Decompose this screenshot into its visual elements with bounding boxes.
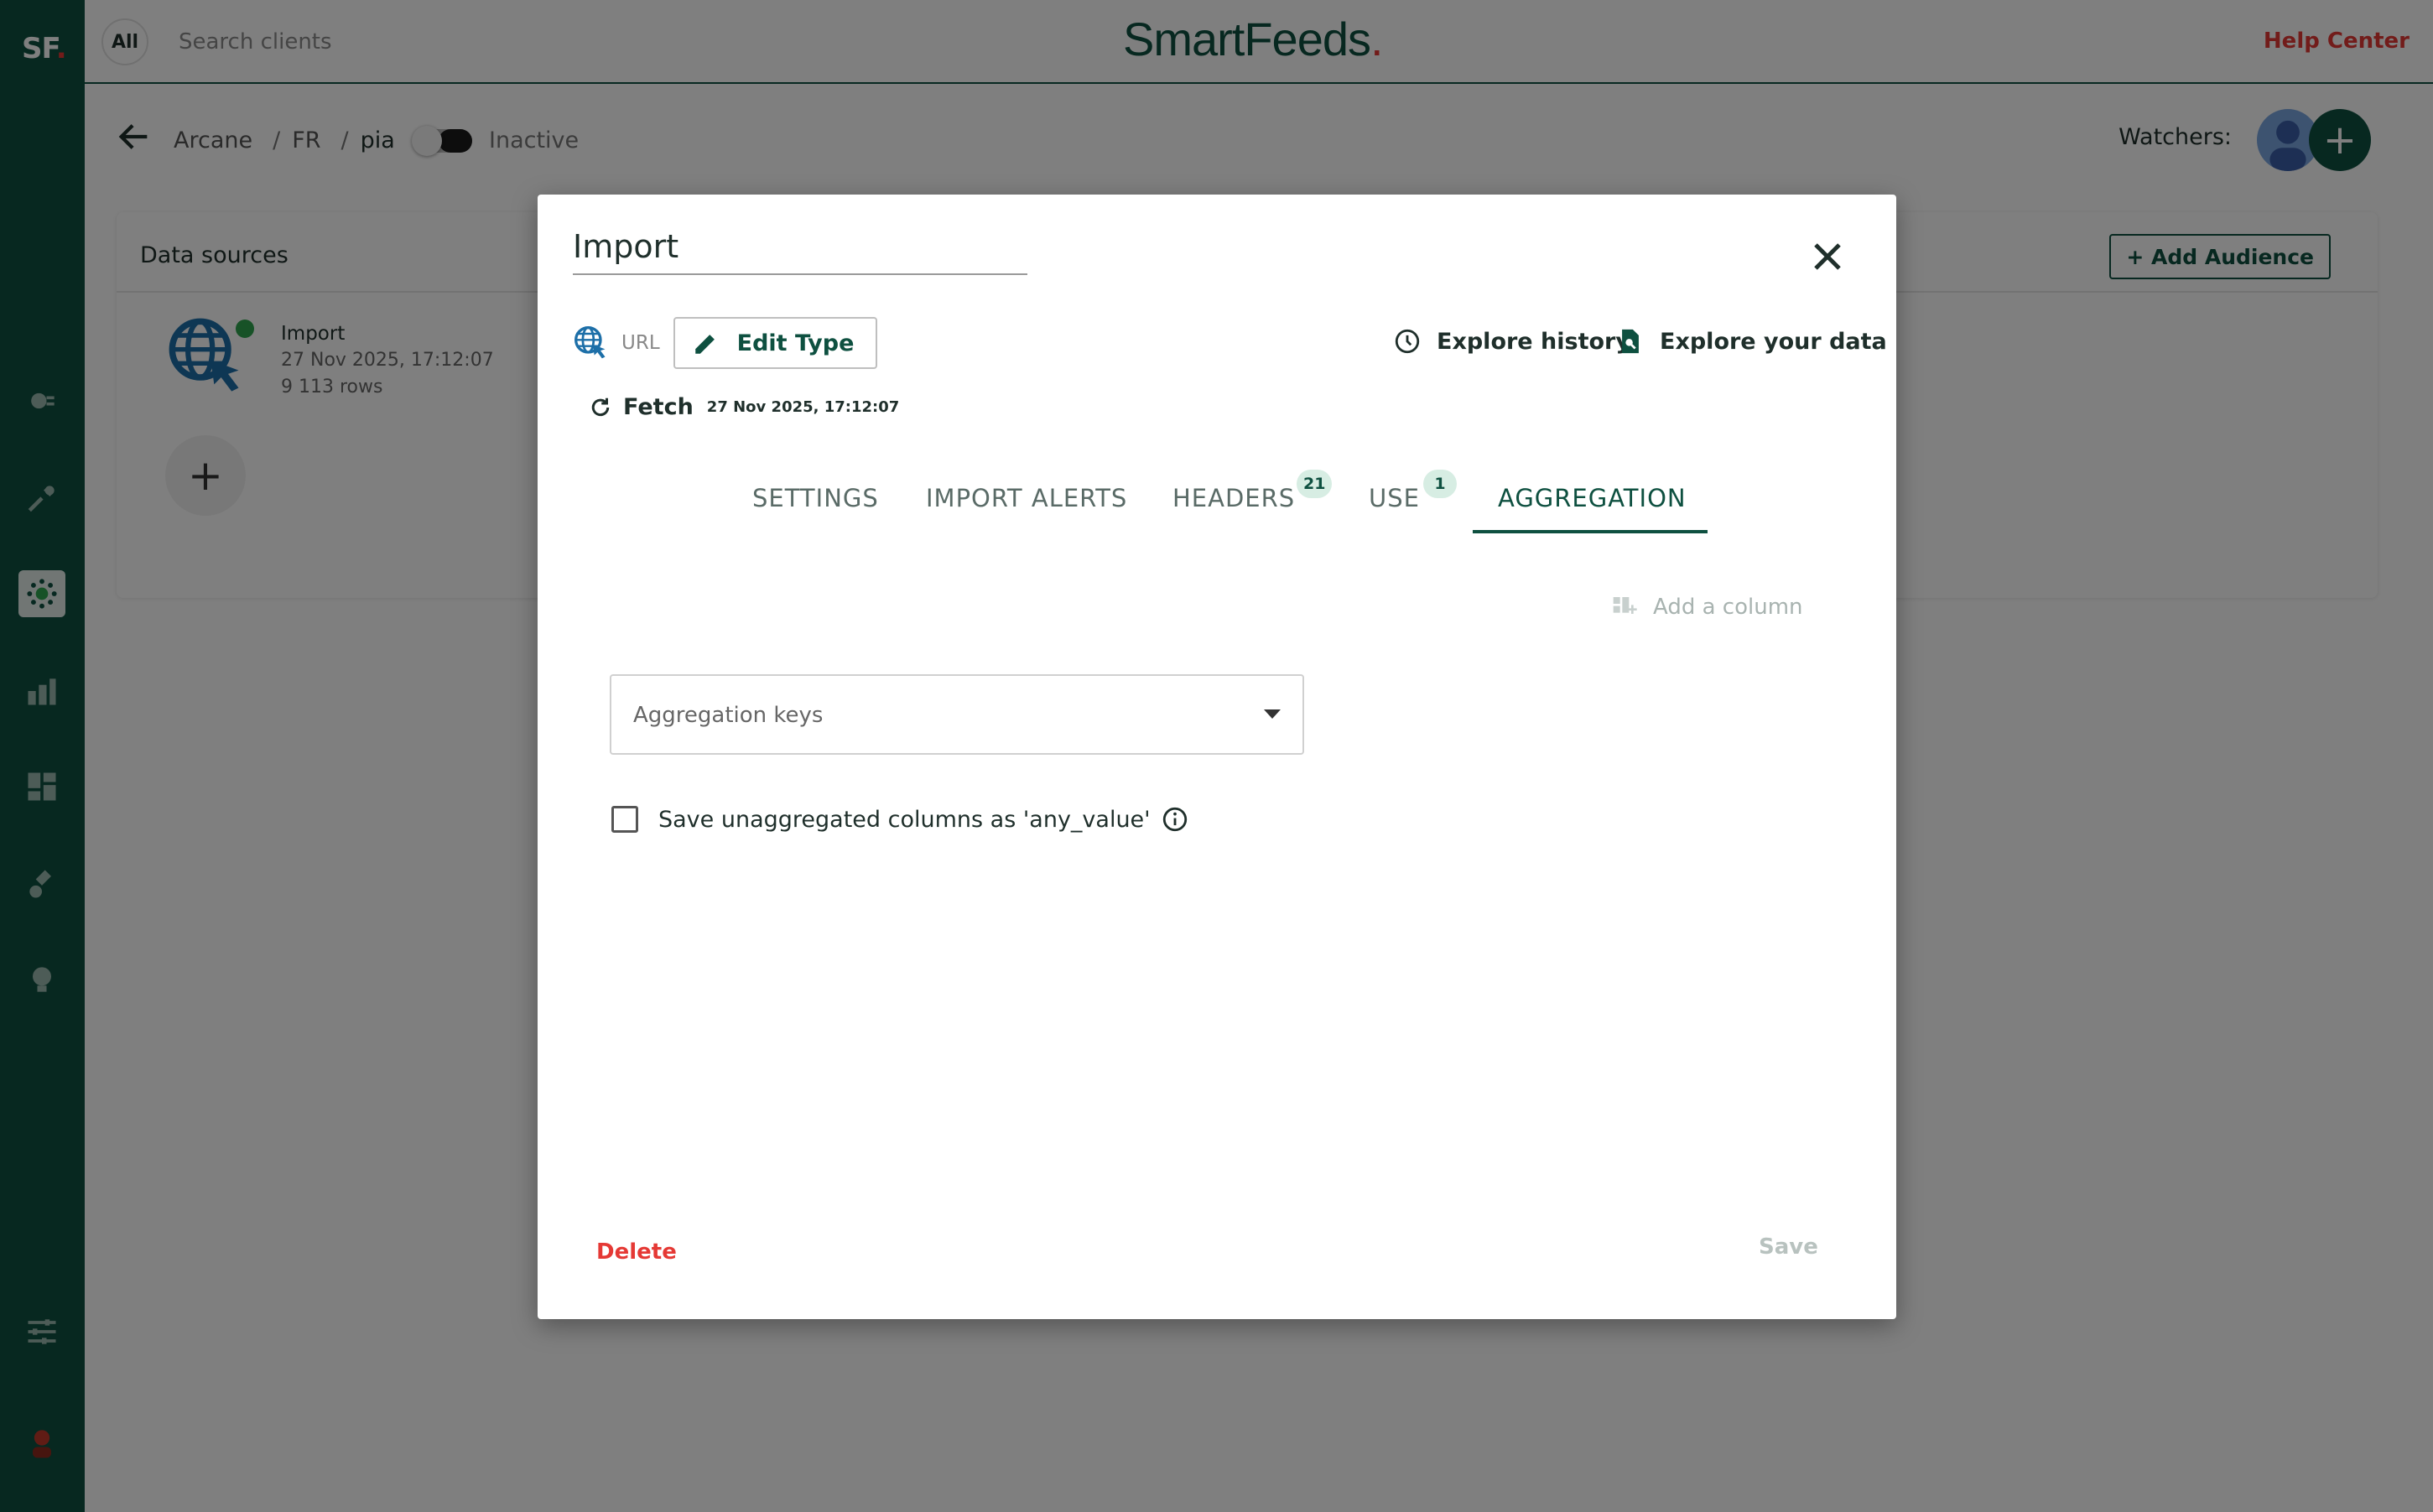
delete-button[interactable]: Delete	[596, 1239, 677, 1265]
explore-data-label: Explore your data	[1660, 328, 1887, 355]
add-column-icon	[1613, 597, 1637, 614]
save-unaggregated-label[interactable]: Save unaggregated columns as 'any_value'	[658, 807, 1151, 833]
globe-cursor-icon	[574, 326, 606, 359]
active-tab-indicator	[1473, 530, 1708, 533]
info-icon[interactable]	[1161, 805, 1189, 834]
fetch-label: Fetch	[623, 394, 694, 420]
type-row: URL Edit Type	[573, 316, 878, 370]
explore-history-label: Explore history	[1437, 328, 1630, 355]
fetch-date: 27 Nov 2025, 17:12:07	[706, 398, 900, 416]
modal-title[interactable]: Import	[573, 228, 1027, 275]
edit-type-label: Edit Type	[736, 330, 855, 356]
add-column-label: Add a column	[1653, 595, 1803, 620]
refresh-icon	[591, 397, 610, 416]
edit-type-button[interactable]: Edit Type	[673, 317, 878, 369]
pencil-icon	[694, 335, 715, 354]
tab-aggregation[interactable]: AGGREGATION	[1498, 463, 1687, 533]
save-unaggregated-checkbox[interactable]	[611, 806, 638, 833]
fetch-button[interactable]: Fetch 27 Nov 2025, 17:12:07	[588, 394, 899, 420]
tab-headers[interactable]: HEADERS	[1172, 463, 1295, 533]
tab-use[interactable]: USE	[1369, 463, 1420, 533]
save-button[interactable]: Save	[1759, 1234, 1818, 1260]
headers-count-badge: 21	[1297, 470, 1333, 498]
explore-history-button[interactable]: Explore history	[1393, 327, 1630, 356]
save-unaggregated-row: Save unaggregated columns as 'any_value'	[611, 805, 1189, 834]
tab-settings[interactable]: SETTINGS	[752, 463, 879, 533]
close-icon[interactable]	[1807, 236, 1848, 277]
aggregation-keys-placeholder: Aggregation keys	[633, 703, 824, 728]
modal-tabs: SETTINGS IMPORT ALERTS HEADERS 21 USE 1 …	[538, 463, 1896, 533]
tab-import-alerts[interactable]: IMPORT ALERTS	[926, 463, 1127, 533]
clock-icon	[1395, 329, 1420, 354]
import-modal: Import URL Edit Type Explore history Exp…	[538, 195, 1896, 1319]
url-label: URL	[621, 332, 660, 354]
add-column-button[interactable]: Add a column	[1611, 594, 1803, 621]
explore-data-button[interactable]: Explore your data	[1616, 327, 1887, 356]
aggregation-keys-select[interactable]: Aggregation keys	[610, 674, 1304, 755]
use-count-badge: 1	[1423, 470, 1457, 498]
file-search-icon	[1622, 329, 1639, 354]
dropdown-arrow-icon	[1264, 709, 1281, 719]
